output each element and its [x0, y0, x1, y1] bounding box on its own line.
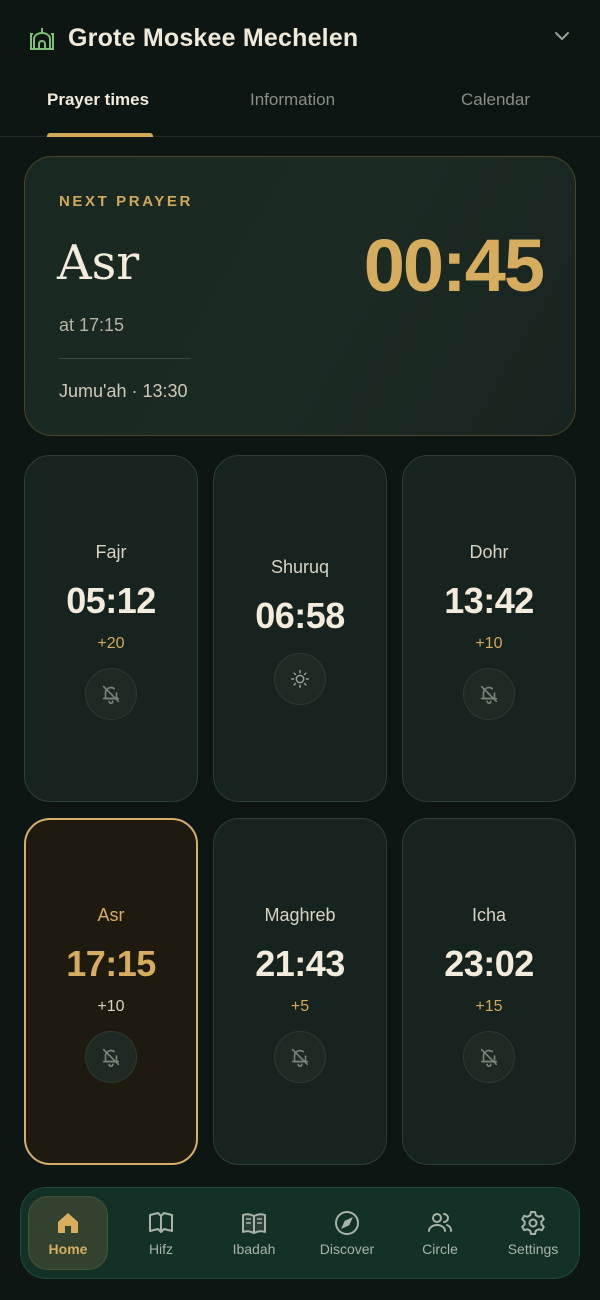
bell-off-icon — [291, 1048, 309, 1067]
prayer-card-icha[interactable]: Icha 23:02 +15 — [402, 818, 576, 1165]
prayer-name: Fajr — [95, 542, 127, 562]
nav-ibadah[interactable]: Ibadah — [214, 1196, 294, 1270]
nav-settings[interactable]: Settings — [493, 1196, 573, 1270]
tab-bar: Prayer times Information Calendar — [0, 76, 600, 137]
home-icon — [58, 1213, 78, 1233]
open-book-icon — [149, 1212, 173, 1233]
nav-discover[interactable]: Discover — [307, 1196, 387, 1270]
bottom-nav: Home Hifz Ibadah Discover Circle Setting… — [20, 1187, 580, 1279]
compass-icon — [335, 1211, 359, 1235]
prayer-card-asr[interactable]: Asr 17:15 +10 — [24, 818, 198, 1165]
iqama-offset: +10 — [97, 998, 125, 1015]
nav-label: Hifz — [148, 1241, 174, 1257]
divider — [59, 358, 191, 359]
book-icon — [242, 1213, 266, 1234]
prayer-card-fajr[interactable]: Fajr 05:12 +20 — [24, 455, 198, 802]
nav-label: Ibadah — [232, 1241, 276, 1257]
gear-icon — [521, 1211, 545, 1235]
bell-off-icon — [480, 685, 498, 704]
bell-off-icon — [102, 685, 120, 704]
nav-label: Settings — [507, 1241, 559, 1257]
mosque-title: Grote Moskee Mechelen — [68, 23, 359, 52]
iqama-offset: +15 — [475, 998, 503, 1015]
bell-off-icon — [102, 1048, 120, 1067]
next-prayer-name: Asr — [57, 235, 140, 291]
chevron-down-icon[interactable] — [552, 26, 572, 46]
prayer-card-dohr[interactable]: Dohr 13:42 +10 — [402, 455, 576, 802]
app-header: Grote Moskee Mechelen — [0, 0, 600, 76]
iqama-offset: +5 — [290, 998, 310, 1015]
nav-label: Home — [48, 1241, 88, 1257]
notification-toggle[interactable] — [85, 668, 137, 720]
next-prayer-card: NEXT PRAYER Asr at 17:15 Jumu'ah · 13:30… — [24, 156, 576, 436]
prayer-name: Dohr — [469, 542, 509, 562]
prayer-time: 13:42 — [444, 580, 534, 621]
nav-label: Circle — [422, 1241, 458, 1257]
nav-label: Discover — [319, 1241, 375, 1257]
prayer-time: 05:12 — [66, 580, 156, 621]
nav-home[interactable]: Home — [28, 1196, 108, 1270]
prayer-name: Icha — [471, 905, 507, 925]
prayer-name: Asr — [97, 905, 125, 925]
prayer-card-shuruq[interactable]: Shuruq 06:58 — [213, 455, 387, 802]
nav-hifz[interactable]: Hifz — [121, 1196, 201, 1270]
prayer-time: 21:43 — [255, 943, 345, 984]
notification-toggle[interactable] — [85, 1031, 137, 1083]
active-tab-indicator — [47, 133, 153, 137]
sunrise-indicator — [274, 653, 326, 705]
prayer-name: Shuruq — [270, 557, 330, 577]
sun-icon — [291, 670, 309, 688]
bell-off-icon — [480, 1048, 498, 1067]
tab-information[interactable]: Information — [250, 90, 335, 110]
countdown: 00:45 — [363, 224, 545, 307]
next-prayer-label: NEXT PRAYER — [59, 193, 193, 210]
people-icon — [428, 1213, 452, 1232]
notification-toggle[interactable] — [463, 1031, 515, 1083]
iqama-offset: +10 — [475, 635, 503, 652]
iqama-offset: +20 — [97, 635, 125, 652]
prayer-time: 17:15 — [66, 943, 156, 984]
jumuah-time: Jumu'ah · 13:30 — [59, 381, 188, 401]
nav-circle[interactable]: Circle — [400, 1196, 480, 1270]
prayer-card-maghreb[interactable]: Maghreb 21:43 +5 — [213, 818, 387, 1165]
prayer-time: 06:58 — [255, 595, 345, 636]
mosque-icon — [30, 28, 54, 50]
tab-calendar[interactable]: Calendar — [461, 90, 530, 110]
next-prayer-time: at 17:15 — [59, 315, 125, 335]
notification-toggle[interactable] — [463, 668, 515, 720]
prayer-time: 23:02 — [444, 943, 534, 984]
prayer-name: Maghreb — [264, 905, 336, 925]
tab-prayer-times[interactable]: Prayer times — [47, 90, 149, 110]
notification-toggle[interactable] — [274, 1031, 326, 1083]
